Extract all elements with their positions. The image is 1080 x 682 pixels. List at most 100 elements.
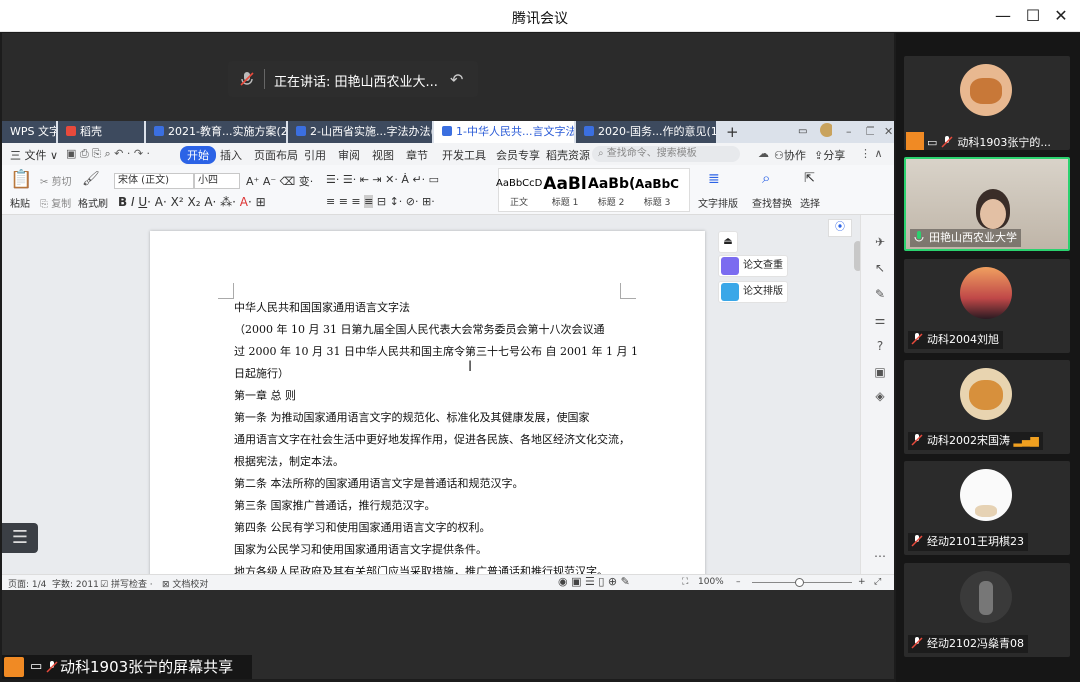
location-pin-icon[interactable]: ◈: [873, 389, 887, 403]
tab-page-layout[interactable]: 页面布局: [254, 147, 298, 163]
share-screen-icon: ▭: [30, 659, 43, 674]
back-arrow-icon[interactable]: ↶: [450, 70, 463, 89]
tab-docer[interactable]: 稻壳: [58, 121, 144, 143]
tab-doc-2021[interactable]: 2021-教育...实施方案(2): [146, 121, 286, 143]
menu-list-icon[interactable]: ☰: [2, 523, 38, 553]
tab-chapter[interactable]: 章节: [406, 147, 428, 163]
list-tools[interactable]: ☰· ☰· ⇤ ⇥ ✕· Ȧ ↵· ▭: [326, 173, 439, 186]
name-label: 动科1903张宁的...: [957, 136, 1051, 149]
zoom-in-icon[interactable]: +: [858, 577, 866, 587]
restore-icon[interactable]: ❐: [858, 121, 874, 143]
style-normal[interactable]: AaBbCcDd 正文: [496, 173, 542, 208]
sliders-icon[interactable]: ⚌: [873, 313, 887, 327]
select-button[interactable]: 选择: [800, 195, 820, 210]
tab-doc-language-law[interactable]: 1-中华人民共...言文字法(2) ✕: [434, 121, 574, 143]
collab-button[interactable]: ⚇协作: [774, 147, 806, 163]
find-replace-button[interactable]: 查找替换: [752, 195, 792, 210]
tab-member[interactable]: 会员专享: [496, 147, 540, 163]
cut-button[interactable]: ✂ 剪切: [40, 173, 72, 188]
text-layout-button[interactable]: 文字排版: [698, 195, 738, 210]
more-icon[interactable]: ⋮ ∧: [860, 147, 883, 160]
cloud-sync-icon[interactable]: ☁: [758, 147, 769, 160]
format-painter-button[interactable]: 格式刷: [78, 195, 108, 210]
doc-line: 通用语言文字在社会生活中更好地发挥作用，促进各民族、各地区经济文化交流，: [234, 433, 630, 446]
format-painter-icon[interactable]: 🖌: [82, 171, 100, 187]
fit-icon[interactable]: ⛶: [682, 577, 688, 587]
wps-window: WPS 文字 稻壳 2021-教育...实施方案(2) 2-山西省实施...字法…: [2, 121, 894, 590]
tab-wps-home[interactable]: WPS 文字: [2, 121, 56, 143]
image-icon[interactable]: ▣: [873, 365, 887, 379]
maximize-icon[interactable]: ☐: [1018, 4, 1048, 28]
tab-developer[interactable]: 开发工具: [442, 147, 486, 163]
paper-layout-icon: [721, 283, 739, 301]
view-mode-icons[interactable]: ◉ ▣ ☰ ▯ ⊕ ✎: [558, 575, 630, 588]
tab-start[interactable]: 开始: [180, 146, 216, 164]
pen-icon[interactable]: ✎: [873, 287, 887, 301]
style-heading-3[interactable]: AaBbC 标题 3: [634, 173, 680, 208]
participant-tile[interactable]: 动科2002宋国涛 ▂▄▆: [904, 360, 1070, 454]
paste-icon[interactable]: 📋: [10, 169, 32, 190]
participant-tile[interactable]: 经动2101王玥棋23: [904, 461, 1070, 555]
style-preview: AaBbC: [635, 177, 679, 191]
close-icon[interactable]: ✕: [876, 121, 892, 143]
collapse-icon[interactable]: ⏏: [718, 231, 738, 253]
command-search-input[interactable]: ⌕ 查找命令、搜索模板: [592, 146, 740, 162]
paper-layout-button[interactable]: 论文排版: [718, 281, 788, 303]
text-format-tools[interactable]: B I U· A· X² X₂ A· ⁂· A· ⊞: [118, 195, 266, 209]
doc-line: 第三条 国家推广普通话，推行规范汉字。: [234, 499, 436, 512]
style-heading-1[interactable]: AaBl 标题 1: [542, 173, 588, 208]
rocket-icon[interactable]: ✈: [873, 235, 887, 249]
pointer-icon[interactable]: ↖: [873, 261, 887, 275]
tab-review[interactable]: 审阅: [338, 147, 360, 163]
help-icon[interactable]: ?: [873, 339, 887, 353]
font-family-select[interactable]: 宋体 (正文): [114, 173, 194, 189]
find-replace-icon[interactable]: ⌕: [762, 169, 770, 187]
tab-doc-shanxi[interactable]: 2-山西省实施...字法办法(2): [288, 121, 432, 143]
file-menu[interactable]: 三 文件 ∨: [10, 147, 58, 163]
quick-access-icons[interactable]: ▣ ⎙ ⎘ ⌕ ↶ · ↷ ·: [66, 147, 150, 161]
fullscreen-icon[interactable]: ⤢: [874, 577, 881, 587]
location-icon[interactable]: ⦿: [828, 219, 852, 237]
participant-tile-speaking[interactable]: 田艳山西农业大学: [904, 157, 1070, 251]
word-count[interactable]: 字数: 2011: [52, 577, 99, 590]
tab-insert[interactable]: 插入: [220, 147, 242, 163]
font-size-select[interactable]: 小四: [194, 173, 240, 189]
tab-references[interactable]: 引用: [304, 147, 326, 163]
more-icon[interactable]: ⋯: [873, 549, 887, 563]
tab-label: 稻壳: [80, 125, 102, 138]
style-heading-2[interactable]: AaBb(标题 2: [588, 173, 634, 208]
text-layout-icon[interactable]: ≣: [708, 171, 720, 187]
tab-doc-2020[interactable]: 2020-国务...作的意见(1): [576, 121, 716, 143]
font-tools[interactable]: A⁺ A⁻ ⌫ 变·: [246, 173, 313, 189]
user-avatar-icon[interactable]: [812, 121, 832, 143]
select-icon[interactable]: ⇱: [804, 171, 815, 186]
paste-button[interactable]: 粘贴: [10, 195, 30, 210]
participant-tile[interactable]: 经动2102冯燊青08: [904, 563, 1070, 657]
close-icon[interactable]: ✕: [1046, 4, 1076, 28]
muted-mic-icon: [240, 72, 254, 86]
zoom-slider-thumb[interactable]: [795, 578, 804, 587]
new-tab-icon[interactable]: +: [722, 121, 742, 143]
face: [980, 199, 1006, 229]
muted-mic-icon: [941, 136, 953, 148]
spell-check-toggle[interactable]: ☑ 拼写检查 ·: [100, 577, 153, 590]
page-count: 页面: 1/4: [8, 580, 47, 590]
minimize-icon[interactable]: —: [988, 4, 1018, 28]
share-button[interactable]: ⇪分享: [814, 147, 845, 163]
copy-button[interactable]: ⎘ 复制: [40, 195, 71, 210]
tab-docer-resources[interactable]: 稻壳资源: [546, 147, 590, 163]
name-label: 动科2002宋国涛: [927, 434, 1010, 447]
participant-tile[interactable]: ▭ 动科1903张宁的...: [904, 56, 1070, 150]
paper-check-button[interactable]: 论文查重: [718, 255, 788, 277]
divider: [264, 69, 265, 89]
alignment-tools[interactable]: ≡ ≡ ≡ ≡ ⊟ ↕· ⊘· ⊞·: [326, 195, 435, 208]
doc-proof-button[interactable]: ⊠ 文档校对: [162, 577, 208, 590]
signal-bars-icon: ▂▄▆: [1013, 434, 1039, 447]
minimize-icon[interactable]: –: [838, 121, 854, 143]
participant-tile[interactable]: 动科2004刘旭: [904, 259, 1070, 353]
tab-view[interactable]: 视图: [372, 147, 394, 163]
share-label: 动科1903张宁的屏幕共享: [60, 658, 234, 676]
screen-icon[interactable]: ▭: [790, 121, 808, 143]
zoom-out-icon[interactable]: –: [736, 577, 741, 587]
document-page[interactable]: 中华人民共和国国家通用语言文字法 （2000 年 10 月 31 日第九届全国人…: [150, 231, 705, 574]
